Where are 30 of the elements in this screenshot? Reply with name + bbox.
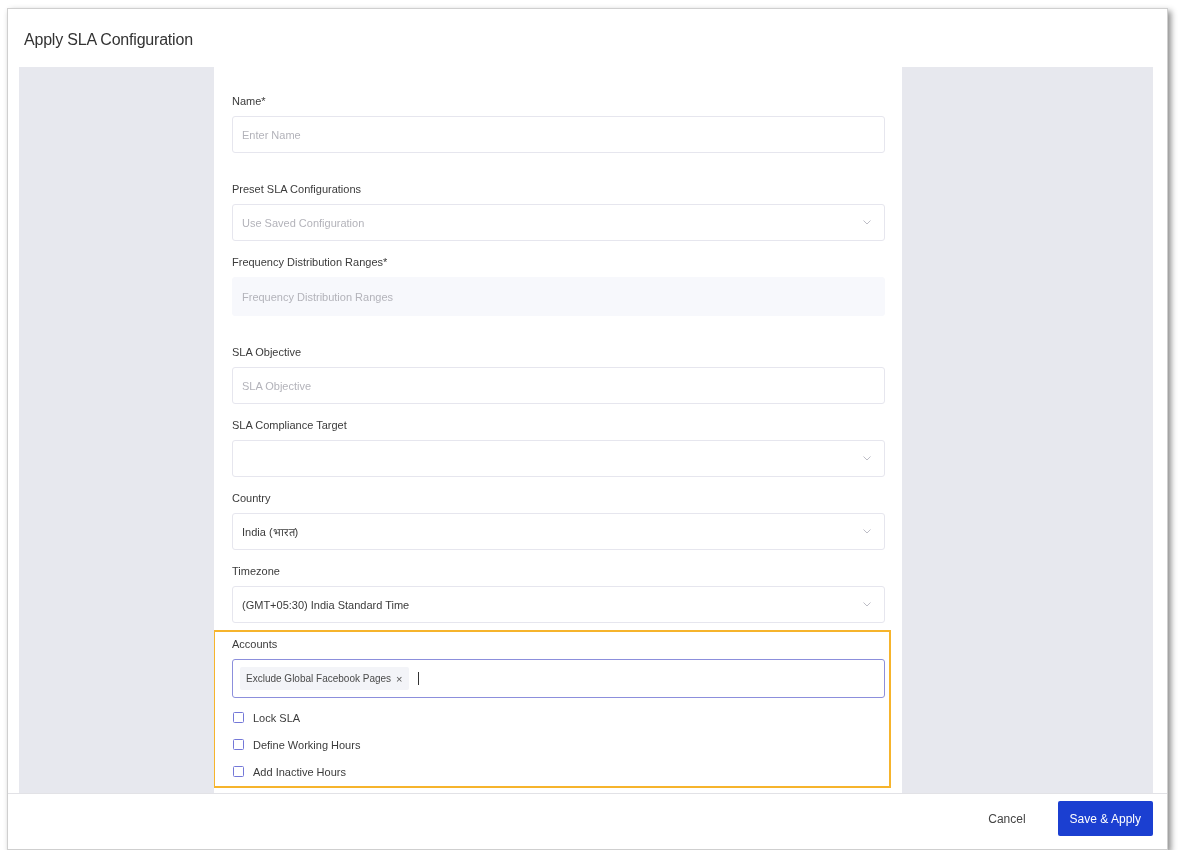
checkbox-label: Define Working Hours	[253, 737, 361, 752]
field-label: Timezone	[232, 564, 280, 578]
cancel-button[interactable]: Cancel	[972, 801, 1042, 836]
checkbox[interactable]	[233, 739, 244, 750]
select-dropdown[interactable]: India (भारत)	[232, 513, 885, 550]
chevron-down-icon	[863, 220, 871, 225]
field-label: SLA Objective	[232, 345, 302, 359]
field-label: Preset SLA Configurations	[232, 182, 362, 196]
field-label: Name*	[232, 94, 266, 108]
field-label: SLA Compliance Target	[232, 418, 347, 432]
field-label: Country	[232, 491, 271, 505]
save-apply-button[interactable]: Save & Apply	[1057, 801, 1153, 836]
chevron-down-icon	[863, 456, 871, 461]
field-label: Accounts	[232, 637, 278, 651]
text-input[interactable]: Enter Name	[232, 116, 885, 153]
dialog-title: Apply SLA Configuration	[24, 30, 193, 50]
checkbox[interactable]	[233, 766, 244, 777]
tag-input[interactable]: Exclude Global Facebook Pages ×	[232, 659, 885, 698]
text-cursor	[417, 672, 419, 685]
checkbox-label: Add Inactive Hours	[253, 764, 346, 779]
checkbox[interactable]	[233, 712, 244, 723]
chevron-down-icon	[863, 602, 871, 607]
text-input[interactable]: SLA Objective	[232, 367, 885, 404]
remove-tag-button[interactable]: ×	[396, 672, 403, 685]
tag-label: Exclude Global Facebook Pages	[246, 673, 392, 684]
checkbox-label: Lock SLA	[253, 710, 301, 725]
field-label: Frequency Distribution Ranges*	[232, 255, 388, 269]
readonly-input[interactable]: Frequency Distribution Ranges	[232, 277, 885, 316]
select-dropdown[interactable]: (GMT+05:30) India Standard Time	[232, 586, 885, 623]
chevron-down-icon	[863, 529, 871, 534]
